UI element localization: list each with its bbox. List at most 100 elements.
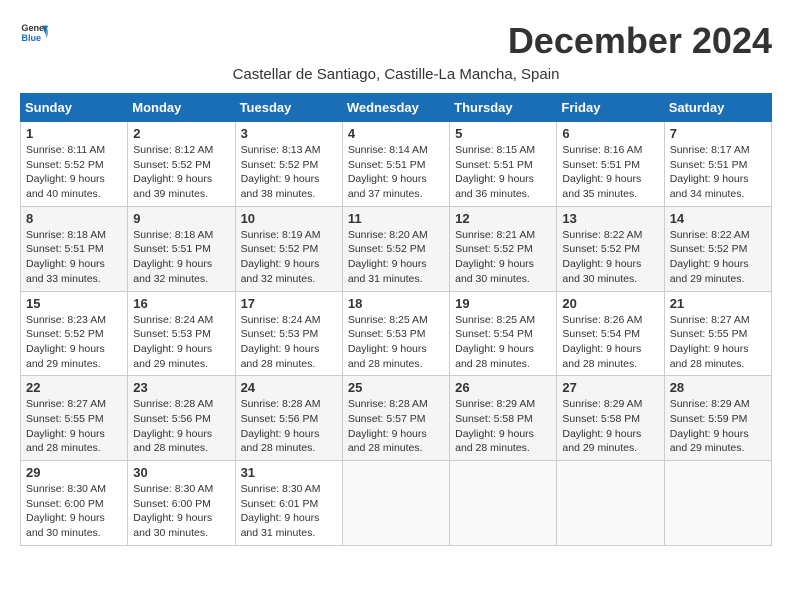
logo-icon: General Blue bbox=[20, 20, 48, 48]
week-row-5: 29 Sunrise: 8:30 AMSunset: 6:00 PMDaylig… bbox=[21, 461, 772, 546]
day-number: 1 bbox=[26, 126, 122, 141]
day-cell bbox=[664, 461, 771, 546]
day-info: Sunrise: 8:11 AMSunset: 5:52 PMDaylight:… bbox=[26, 144, 105, 200]
day-info: Sunrise: 8:22 AMSunset: 5:52 PMDaylight:… bbox=[562, 229, 642, 285]
day-cell: 21 Sunrise: 8:27 AMSunset: 5:55 PMDaylig… bbox=[664, 291, 771, 376]
day-cell: 13 Sunrise: 8:22 AMSunset: 5:52 PMDaylig… bbox=[557, 206, 664, 291]
day-number: 27 bbox=[562, 380, 658, 395]
day-number: 13 bbox=[562, 211, 658, 226]
day-cell: 20 Sunrise: 8:26 AMSunset: 5:54 PMDaylig… bbox=[557, 291, 664, 376]
day-cell: 14 Sunrise: 8:22 AMSunset: 5:52 PMDaylig… bbox=[664, 206, 771, 291]
day-number: 17 bbox=[241, 296, 337, 311]
day-info: Sunrise: 8:24 AMSunset: 5:53 PMDaylight:… bbox=[241, 314, 321, 370]
day-cell: 29 Sunrise: 8:30 AMSunset: 6:00 PMDaylig… bbox=[21, 461, 128, 546]
day-number: 22 bbox=[26, 380, 122, 395]
day-number: 12 bbox=[455, 211, 551, 226]
day-info: Sunrise: 8:15 AMSunset: 5:51 PMDaylight:… bbox=[455, 144, 535, 200]
day-number: 8 bbox=[26, 211, 122, 226]
day-number: 6 bbox=[562, 126, 658, 141]
day-info: Sunrise: 8:30 AMSunset: 6:01 PMDaylight:… bbox=[241, 483, 321, 539]
day-info: Sunrise: 8:30 AMSunset: 6:00 PMDaylight:… bbox=[133, 483, 213, 539]
day-cell: 4 Sunrise: 8:14 AMSunset: 5:51 PMDayligh… bbox=[342, 122, 449, 207]
day-cell: 22 Sunrise: 8:27 AMSunset: 5:55 PMDaylig… bbox=[21, 376, 128, 461]
day-number: 31 bbox=[241, 465, 337, 480]
day-cell: 19 Sunrise: 8:25 AMSunset: 5:54 PMDaylig… bbox=[450, 291, 557, 376]
day-info: Sunrise: 8:20 AMSunset: 5:52 PMDaylight:… bbox=[348, 229, 428, 285]
day-cell: 18 Sunrise: 8:25 AMSunset: 5:53 PMDaylig… bbox=[342, 291, 449, 376]
day-cell bbox=[342, 461, 449, 546]
day-number: 2 bbox=[133, 126, 229, 141]
page-header: General Blue December 2024 bbox=[20, 20, 772, 62]
day-info: Sunrise: 8:27 AMSunset: 5:55 PMDaylight:… bbox=[670, 314, 750, 370]
logo: General Blue bbox=[20, 20, 48, 48]
col-header-saturday: Saturday bbox=[664, 94, 771, 122]
day-cell: 25 Sunrise: 8:28 AMSunset: 5:57 PMDaylig… bbox=[342, 376, 449, 461]
day-info: Sunrise: 8:13 AMSunset: 5:52 PMDaylight:… bbox=[241, 144, 321, 200]
day-info: Sunrise: 8:28 AMSunset: 5:56 PMDaylight:… bbox=[133, 398, 213, 454]
day-cell: 16 Sunrise: 8:24 AMSunset: 5:53 PMDaylig… bbox=[128, 291, 235, 376]
day-number: 19 bbox=[455, 296, 551, 311]
col-header-wednesday: Wednesday bbox=[342, 94, 449, 122]
day-cell: 2 Sunrise: 8:12 AMSunset: 5:52 PMDayligh… bbox=[128, 122, 235, 207]
day-number: 25 bbox=[348, 380, 444, 395]
day-info: Sunrise: 8:14 AMSunset: 5:51 PMDaylight:… bbox=[348, 144, 428, 200]
day-info: Sunrise: 8:18 AMSunset: 5:51 PMDaylight:… bbox=[26, 229, 106, 285]
week-row-3: 15 Sunrise: 8:23 AMSunset: 5:52 PMDaylig… bbox=[21, 291, 772, 376]
day-info: Sunrise: 8:25 AMSunset: 5:53 PMDaylight:… bbox=[348, 314, 428, 370]
calendar-table: SundayMondayTuesdayWednesdayThursdayFrid… bbox=[20, 93, 772, 546]
col-header-monday: Monday bbox=[128, 94, 235, 122]
day-info: Sunrise: 8:16 AMSunset: 5:51 PMDaylight:… bbox=[562, 144, 642, 200]
day-number: 4 bbox=[348, 126, 444, 141]
day-cell: 23 Sunrise: 8:28 AMSunset: 5:56 PMDaylig… bbox=[128, 376, 235, 461]
col-header-sunday: Sunday bbox=[21, 94, 128, 122]
day-cell: 28 Sunrise: 8:29 AMSunset: 5:59 PMDaylig… bbox=[664, 376, 771, 461]
day-info: Sunrise: 8:30 AMSunset: 6:00 PMDaylight:… bbox=[26, 483, 106, 539]
col-header-tuesday: Tuesday bbox=[235, 94, 342, 122]
day-cell: 7 Sunrise: 8:17 AMSunset: 5:51 PMDayligh… bbox=[664, 122, 771, 207]
day-cell: 9 Sunrise: 8:18 AMSunset: 5:51 PMDayligh… bbox=[128, 206, 235, 291]
day-cell: 5 Sunrise: 8:15 AMSunset: 5:51 PMDayligh… bbox=[450, 122, 557, 207]
day-info: Sunrise: 8:29 AMSunset: 5:59 PMDaylight:… bbox=[670, 398, 750, 454]
day-number: 24 bbox=[241, 380, 337, 395]
day-number: 23 bbox=[133, 380, 229, 395]
day-cell bbox=[557, 461, 664, 546]
day-cell: 11 Sunrise: 8:20 AMSunset: 5:52 PMDaylig… bbox=[342, 206, 449, 291]
day-number: 21 bbox=[670, 296, 766, 311]
day-number: 14 bbox=[670, 211, 766, 226]
day-cell: 6 Sunrise: 8:16 AMSunset: 5:51 PMDayligh… bbox=[557, 122, 664, 207]
day-info: Sunrise: 8:12 AMSunset: 5:52 PMDaylight:… bbox=[133, 144, 213, 200]
day-info: Sunrise: 8:25 AMSunset: 5:54 PMDaylight:… bbox=[455, 314, 535, 370]
day-cell: 27 Sunrise: 8:29 AMSunset: 5:58 PMDaylig… bbox=[557, 376, 664, 461]
day-info: Sunrise: 8:18 AMSunset: 5:51 PMDaylight:… bbox=[133, 229, 213, 285]
day-number: 26 bbox=[455, 380, 551, 395]
day-number: 10 bbox=[241, 211, 337, 226]
day-info: Sunrise: 8:19 AMSunset: 5:52 PMDaylight:… bbox=[241, 229, 321, 285]
col-header-thursday: Thursday bbox=[450, 94, 557, 122]
day-info: Sunrise: 8:21 AMSunset: 5:52 PMDaylight:… bbox=[455, 229, 535, 285]
day-cell: 24 Sunrise: 8:28 AMSunset: 5:56 PMDaylig… bbox=[235, 376, 342, 461]
week-row-4: 22 Sunrise: 8:27 AMSunset: 5:55 PMDaylig… bbox=[21, 376, 772, 461]
day-info: Sunrise: 8:28 AMSunset: 5:56 PMDaylight:… bbox=[241, 398, 321, 454]
subtitle: Castellar de Santiago, Castille-La Manch… bbox=[20, 66, 772, 83]
svg-text:Blue: Blue bbox=[21, 33, 41, 43]
day-info: Sunrise: 8:26 AMSunset: 5:54 PMDaylight:… bbox=[562, 314, 642, 370]
day-number: 3 bbox=[241, 126, 337, 141]
day-info: Sunrise: 8:22 AMSunset: 5:52 PMDaylight:… bbox=[670, 229, 750, 285]
day-cell: 1 Sunrise: 8:11 AMSunset: 5:52 PMDayligh… bbox=[21, 122, 128, 207]
day-cell: 8 Sunrise: 8:18 AMSunset: 5:51 PMDayligh… bbox=[21, 206, 128, 291]
day-cell: 3 Sunrise: 8:13 AMSunset: 5:52 PMDayligh… bbox=[235, 122, 342, 207]
week-row-1: 1 Sunrise: 8:11 AMSunset: 5:52 PMDayligh… bbox=[21, 122, 772, 207]
day-number: 7 bbox=[670, 126, 766, 141]
day-number: 5 bbox=[455, 126, 551, 141]
day-number: 18 bbox=[348, 296, 444, 311]
day-info: Sunrise: 8:17 AMSunset: 5:51 PMDaylight:… bbox=[670, 144, 750, 200]
day-number: 16 bbox=[133, 296, 229, 311]
day-cell: 17 Sunrise: 8:24 AMSunset: 5:53 PMDaylig… bbox=[235, 291, 342, 376]
day-info: Sunrise: 8:28 AMSunset: 5:57 PMDaylight:… bbox=[348, 398, 428, 454]
day-cell: 26 Sunrise: 8:29 AMSunset: 5:58 PMDaylig… bbox=[450, 376, 557, 461]
day-number: 9 bbox=[133, 211, 229, 226]
day-number: 20 bbox=[562, 296, 658, 311]
week-row-2: 8 Sunrise: 8:18 AMSunset: 5:51 PMDayligh… bbox=[21, 206, 772, 291]
month-title: December 2024 bbox=[508, 20, 772, 62]
day-cell bbox=[450, 461, 557, 546]
